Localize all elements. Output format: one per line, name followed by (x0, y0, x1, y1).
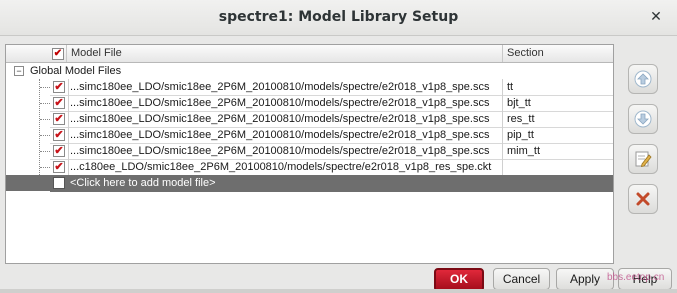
row-checkbox[interactable]: ✔ (53, 161, 65, 173)
edit-button[interactable] (628, 144, 658, 174)
row-checkbox[interactable] (53, 177, 65, 189)
table-row[interactable]: ✔ ...c180ee_LDO/smic18ee_2P6M_20100810/m… (6, 159, 613, 176)
background-window-strip (0, 289, 677, 293)
header-section[interactable]: Section (503, 45, 613, 62)
tree-branch (40, 151, 50, 152)
close-icon[interactable]: ✕ (647, 8, 665, 26)
model-file-table: ✔ Model File Section − Global Model File… (5, 44, 614, 264)
header-section-label: Section (507, 47, 544, 59)
edit-icon (635, 151, 652, 168)
model-file-cell[interactable]: ...c180ee_LDO/smic18ee_2P6M_20100810/mod… (67, 159, 503, 176)
row-checkbox[interactable]: ✔ (53, 129, 65, 141)
section-cell[interactable]: pip_tt (503, 127, 613, 144)
model-file-cell[interactable]: ...simc180ee_LDO/smic18ee_2P6M_20100810/… (67, 95, 503, 112)
table-row[interactable]: ✔ ...simc180ee_LDO/smic18ee_2P6M_2010081… (6, 111, 613, 128)
tree-branch (40, 135, 50, 136)
table-row[interactable]: ✔ ...simc180ee_LDO/smic18ee_2P6M_2010081… (6, 95, 613, 112)
move-up-icon (634, 70, 652, 88)
collapse-icon[interactable]: − (14, 66, 24, 76)
add-model-row[interactable]: <Click here to add model file> (6, 175, 613, 192)
model-file-cell[interactable]: ...simc180ee_LDO/smic18ee_2P6M_20100810/… (67, 79, 503, 96)
header-model-file-label: Model File (71, 47, 122, 59)
row-checkbox[interactable]: ✔ (53, 81, 65, 93)
header-check-column: ✔ (6, 45, 67, 62)
tree-branch (40, 87, 50, 88)
section-cell[interactable] (503, 159, 613, 176)
cancel-button[interactable]: Cancel (493, 268, 550, 290)
row-checkbox[interactable]: ✔ (53, 113, 65, 125)
tree-group-global[interactable]: − Global Model Files (6, 63, 613, 79)
header-checkbox[interactable]: ✔ (52, 48, 64, 60)
title-bar: spectre1: Model Library Setup ✕ (0, 0, 677, 36)
table-row[interactable]: ✔ ...simc180ee_LDO/smic18ee_2P6M_2010081… (6, 127, 613, 144)
model-file-cell[interactable]: ...simc180ee_LDO/smic18ee_2P6M_20100810/… (67, 127, 503, 144)
section-cell[interactable]: res_tt (503, 111, 613, 128)
move-down-button[interactable] (628, 104, 658, 134)
section-cell[interactable]: tt (503, 79, 613, 96)
model-file-cell[interactable]: ...simc180ee_LDO/smic18ee_2P6M_20100810/… (67, 143, 503, 160)
tree-branch (40, 103, 50, 104)
move-down-icon (634, 110, 652, 128)
table-header: ✔ Model File Section (6, 45, 613, 63)
section-cell[interactable] (503, 175, 613, 192)
move-up-button[interactable] (628, 64, 658, 94)
tree-branch (40, 167, 50, 168)
table-row[interactable]: ✔ ...simc180ee_LDO/smic18ee_2P6M_2010081… (6, 143, 613, 160)
header-model-file[interactable]: Model File (67, 45, 503, 62)
delete-button[interactable] (628, 184, 658, 214)
group-label: Global Model Files (30, 65, 122, 77)
row-checkbox[interactable]: ✔ (53, 97, 65, 109)
add-model-file-cell[interactable]: <Click here to add model file> (67, 175, 503, 192)
row-checkbox[interactable]: ✔ (53, 145, 65, 157)
model-file-cell[interactable]: ...simc180ee_LDO/smic18ee_2P6M_20100810/… (67, 111, 503, 128)
apply-button[interactable]: Apply (556, 268, 614, 290)
watermark: bbs.eetop.cn (607, 272, 665, 283)
window-title: spectre1: Model Library Setup (218, 9, 459, 25)
tree-branch (40, 119, 50, 120)
table-row[interactable]: ✔ ...simc180ee_LDO/smic18ee_2P6M_2010081… (6, 79, 613, 96)
delete-icon (636, 192, 650, 206)
section-cell[interactable]: bjt_tt (503, 95, 613, 112)
section-cell[interactable]: mim_tt (503, 143, 613, 160)
